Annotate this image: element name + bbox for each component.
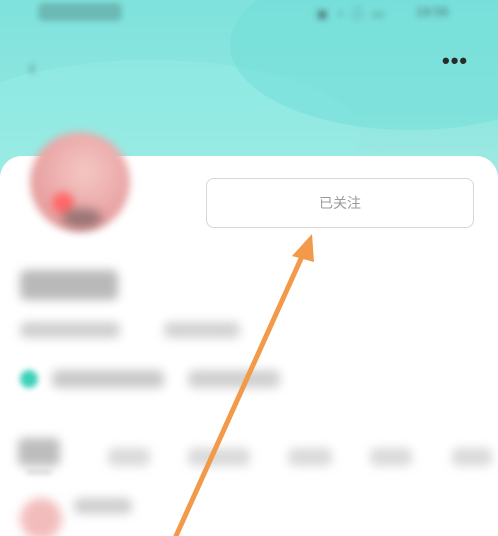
annotation-arrow — [173, 234, 314, 536]
